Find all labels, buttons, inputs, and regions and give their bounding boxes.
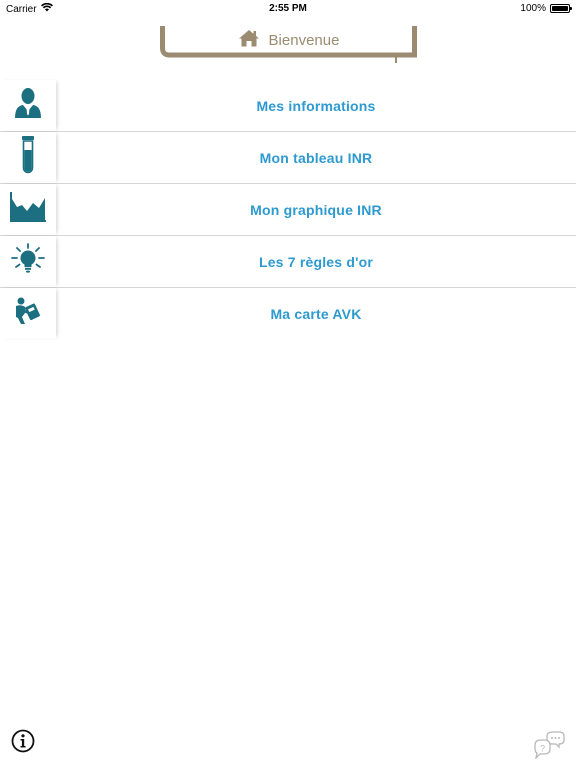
card-reader-icon (14, 297, 42, 330)
main-menu: Mes informations Mon tableau INR Mon gra… (0, 80, 576, 340)
user-icon (13, 87, 43, 124)
help-chat-icon: ? (533, 731, 565, 763)
header-title-group: Bienvenue (160, 29, 417, 51)
menu-item-ma-carte-avk[interactable]: Ma carte AVK (0, 288, 576, 340)
page-header: Bienvenue (160, 26, 417, 64)
menu-item-mes-informations[interactable]: Mes informations (0, 80, 576, 132)
area-chart-icon (9, 191, 47, 228)
svg-text:?: ? (540, 744, 545, 754)
menu-item-mon-graphique-inr[interactable]: Mon graphique INR (0, 184, 576, 236)
menu-icon-cell (0, 80, 56, 131)
info-icon (11, 729, 35, 757)
test-tube-icon (21, 136, 35, 179)
page-title: Bienvenue (268, 31, 340, 49)
status-right: 100% (520, 3, 572, 14)
battery-percent: 100% (520, 3, 546, 14)
home-icon (238, 29, 260, 51)
menu-icon-cell (0, 132, 56, 183)
menu-icon-cell (0, 184, 56, 235)
info-button[interactable] (11, 729, 35, 753)
status-bar: Carrier 2:55 PM 100% (0, 0, 576, 18)
menu-item-label: Mon graphique INR (250, 201, 382, 218)
menu-item-mon-tableau-inr[interactable]: Mon tableau INR (0, 132, 576, 184)
status-time: 2:55 PM (269, 3, 307, 14)
menu-icon-cell (0, 288, 56, 339)
menu-item-label: Les 7 règles d'or (258, 253, 374, 270)
lightbulb-icon (11, 243, 45, 280)
menu-item-les-7-regles-dor[interactable]: Les 7 règles d'or (0, 236, 576, 288)
battery-icon (550, 4, 572, 13)
menu-icon-cell (0, 236, 56, 287)
menu-item-label: Ma carte AVK (270, 305, 362, 322)
menu-item-label: Mon tableau INR (259, 149, 373, 166)
menu-item-label: Mes informations (256, 97, 376, 114)
help-button[interactable]: ? (533, 731, 565, 760)
